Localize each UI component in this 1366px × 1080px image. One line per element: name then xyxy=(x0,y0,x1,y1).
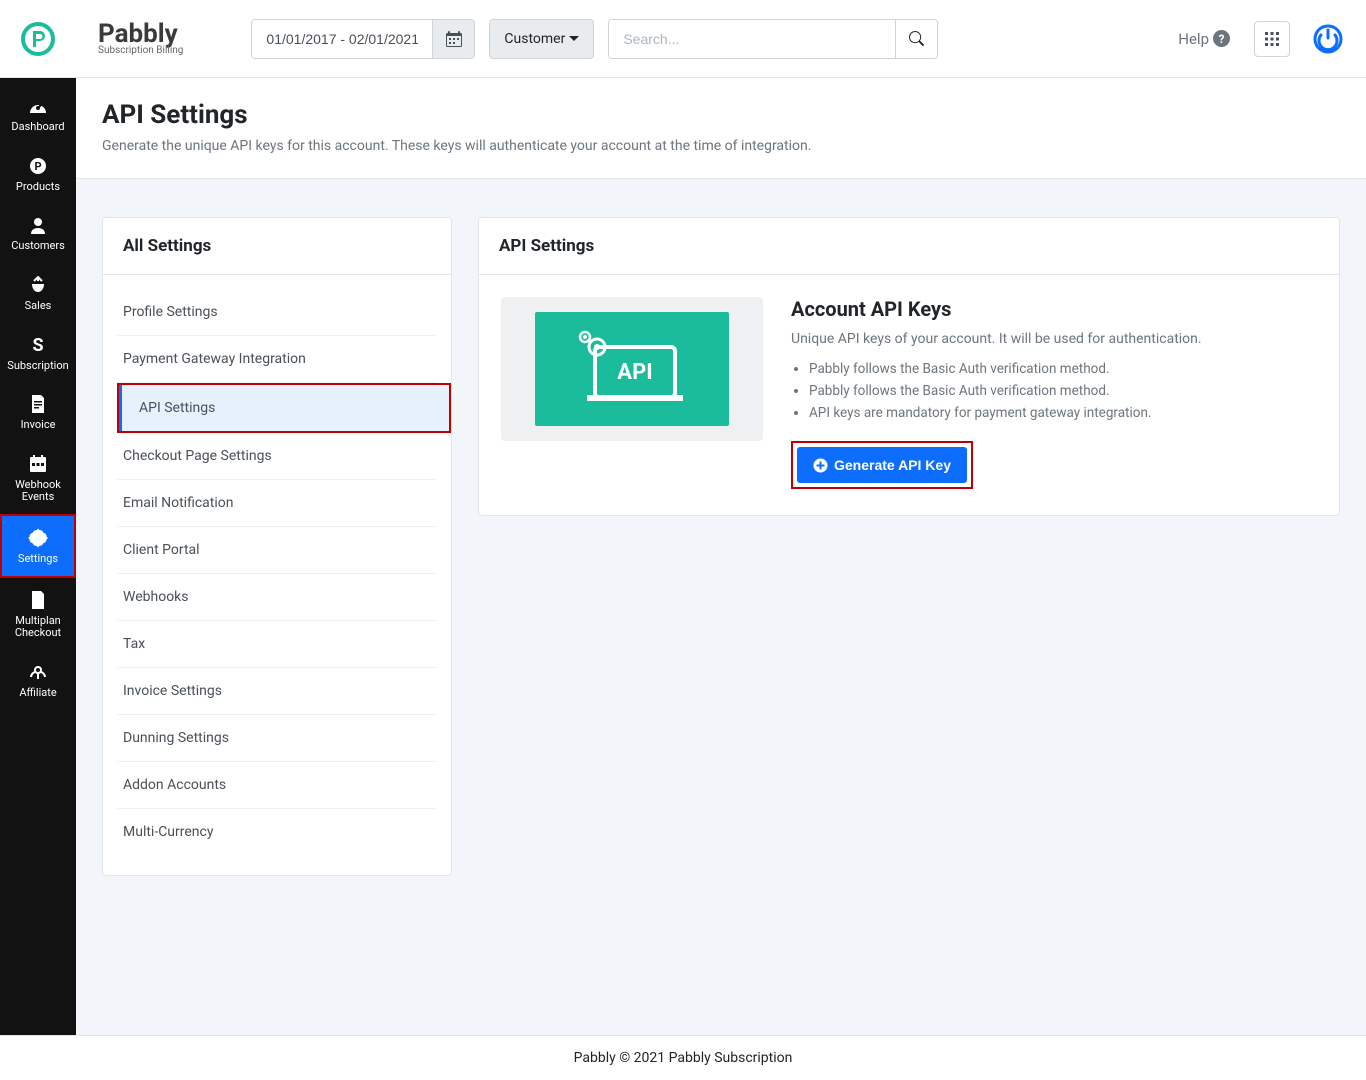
sidebar-item-settings[interactable]: Settings xyxy=(2,516,74,576)
brand-logo[interactable] xyxy=(0,22,76,56)
dashboard-icon xyxy=(27,96,49,116)
sidebar-item-subscription[interactable]: S Subscription xyxy=(0,323,76,383)
api-illustration: API xyxy=(501,297,763,441)
page-description: Generate the unique API keys for this ac… xyxy=(102,138,1340,154)
brand-text: Pabbly Subscription Billing xyxy=(98,21,183,56)
customers-icon xyxy=(27,215,49,235)
all-settings-card: All Settings Profile Settings Payment Ga… xyxy=(102,217,452,876)
all-settings-heading: All Settings xyxy=(103,218,451,275)
apps-button[interactable] xyxy=(1254,21,1290,57)
sidebar-item-label: Affiliate xyxy=(19,687,56,700)
invoice-icon xyxy=(27,394,49,414)
generate-api-key-button[interactable]: Generate API Key xyxy=(797,447,967,483)
api-settings-heading: API Settings xyxy=(479,218,1339,275)
svg-text:API: API xyxy=(617,360,652,385)
sidebar-item-settings-highlight: Settings xyxy=(0,514,76,578)
power-icon xyxy=(1313,24,1343,54)
sidebar-item-label: Invoice xyxy=(21,419,56,432)
settings-item-email-notification[interactable]: Email Notification xyxy=(117,480,437,527)
footer-text: Pabbly © 2021 Pabbly Subscription xyxy=(574,1050,793,1066)
svg-text:S: S xyxy=(32,336,43,354)
calendar-button[interactable] xyxy=(432,20,474,58)
logout-button[interactable] xyxy=(1310,21,1346,57)
search-button[interactable] xyxy=(895,20,937,58)
settings-item-api[interactable]: API Settings xyxy=(119,385,449,431)
topbar: Pabbly Subscription Billing Customer Hel… xyxy=(0,0,1366,78)
api-keys-bullets: Pabbly follows the Basic Auth verificati… xyxy=(791,361,1317,421)
api-settings-card: API Settings API xyxy=(478,217,1340,516)
date-range-input[interactable] xyxy=(252,20,432,58)
settings-item-webhooks[interactable]: Webhooks xyxy=(117,574,437,621)
sidebar-item-customers[interactable]: Customers xyxy=(0,203,76,263)
settings-item-api-highlight: API Settings xyxy=(117,383,437,433)
help-icon: ? xyxy=(1213,30,1230,47)
webhook-events-icon xyxy=(27,454,49,474)
settings-item-payment-gateway[interactable]: Payment Gateway Integration xyxy=(117,336,437,383)
sidebar-item-dashboard[interactable]: Dashboard xyxy=(0,84,76,144)
footer: Pabbly © 2021 Pabbly Subscription xyxy=(0,1035,1366,1080)
page-title: API Settings xyxy=(102,100,1340,130)
api-bullet: Pabbly follows the Basic Auth verificati… xyxy=(809,383,1317,399)
help-link[interactable]: Help ? xyxy=(1178,30,1230,48)
sidebar-item-webhook-events[interactable]: Webhook Events xyxy=(0,442,76,514)
sidebar-item-label: Multiplan Checkout xyxy=(4,615,72,640)
sidebar-item-label: Webhook Events xyxy=(4,479,72,504)
customer-dropdown-label: Customer xyxy=(504,31,565,47)
help-label: Help xyxy=(1178,30,1209,48)
brand-tagline: Subscription Billing xyxy=(98,45,183,56)
sidebar-item-label: Subscription xyxy=(7,360,68,373)
sidebar-item-label: Products xyxy=(16,181,60,194)
settings-gear-icon xyxy=(27,528,49,548)
api-keys-title: Account API Keys xyxy=(791,297,1317,321)
sidebar-item-affiliate[interactable]: Affiliate xyxy=(0,650,76,710)
content: API Settings Generate the unique API key… xyxy=(76,78,1366,1035)
sidebar-item-products[interactable]: P Products xyxy=(0,144,76,204)
apps-grid-icon xyxy=(1265,32,1279,46)
settings-item-client-portal[interactable]: Client Portal xyxy=(117,527,437,574)
multiplan-icon xyxy=(27,590,49,610)
sidebar-item-multiplan-checkout[interactable]: Multiplan Checkout xyxy=(0,578,76,650)
search-input[interactable] xyxy=(609,20,895,58)
calendar-icon xyxy=(446,31,462,47)
customer-dropdown[interactable]: Customer xyxy=(489,19,594,59)
generate-api-key-highlight: Generate API Key xyxy=(791,441,973,489)
svg-text:P: P xyxy=(34,160,41,173)
search-icon xyxy=(909,31,924,46)
settings-item-invoice[interactable]: Invoice Settings xyxy=(117,668,437,715)
api-keys-subtitle: Unique API keys of your account. It will… xyxy=(791,331,1317,347)
affiliate-icon xyxy=(27,662,49,682)
svg-text:?: ? xyxy=(1219,32,1225,46)
search-group xyxy=(608,19,938,59)
sidebar-item-invoice[interactable]: Invoice xyxy=(0,382,76,442)
settings-item-profile[interactable]: Profile Settings xyxy=(117,289,437,336)
brand-name: Pabbly xyxy=(98,21,183,47)
sidebar-item-label: Settings xyxy=(18,553,58,566)
api-bullet: Pabbly follows the Basic Auth verificati… xyxy=(809,361,1317,377)
generate-api-key-label: Generate API Key xyxy=(834,457,951,473)
settings-item-checkout-page[interactable]: Checkout Page Settings xyxy=(117,433,437,480)
sidebar: Dashboard P Products Customers Sales S S… xyxy=(0,78,76,1035)
settings-item-dunning[interactable]: Dunning Settings xyxy=(117,715,437,762)
sidebar-item-label: Customers xyxy=(11,240,65,253)
settings-item-addon[interactable]: Addon Accounts xyxy=(117,762,437,809)
sidebar-item-label: Sales xyxy=(25,300,52,313)
plus-circle-icon xyxy=(813,458,828,473)
api-bullet: API keys are mandatory for payment gatew… xyxy=(809,405,1317,421)
settings-item-multi-currency[interactable]: Multi-Currency xyxy=(117,809,437,855)
sidebar-item-label: Dashboard xyxy=(11,121,64,134)
chevron-down-icon xyxy=(569,34,579,44)
settings-list: Profile Settings Payment Gateway Integra… xyxy=(103,289,451,855)
sidebar-item-sales[interactable]: Sales xyxy=(0,263,76,323)
settings-item-tax[interactable]: Tax xyxy=(117,621,437,668)
subscription-icon: S xyxy=(27,335,49,355)
date-range-group xyxy=(251,19,475,59)
sales-icon xyxy=(27,275,49,295)
page-header: API Settings Generate the unique API key… xyxy=(76,78,1366,179)
products-icon: P xyxy=(27,156,49,176)
